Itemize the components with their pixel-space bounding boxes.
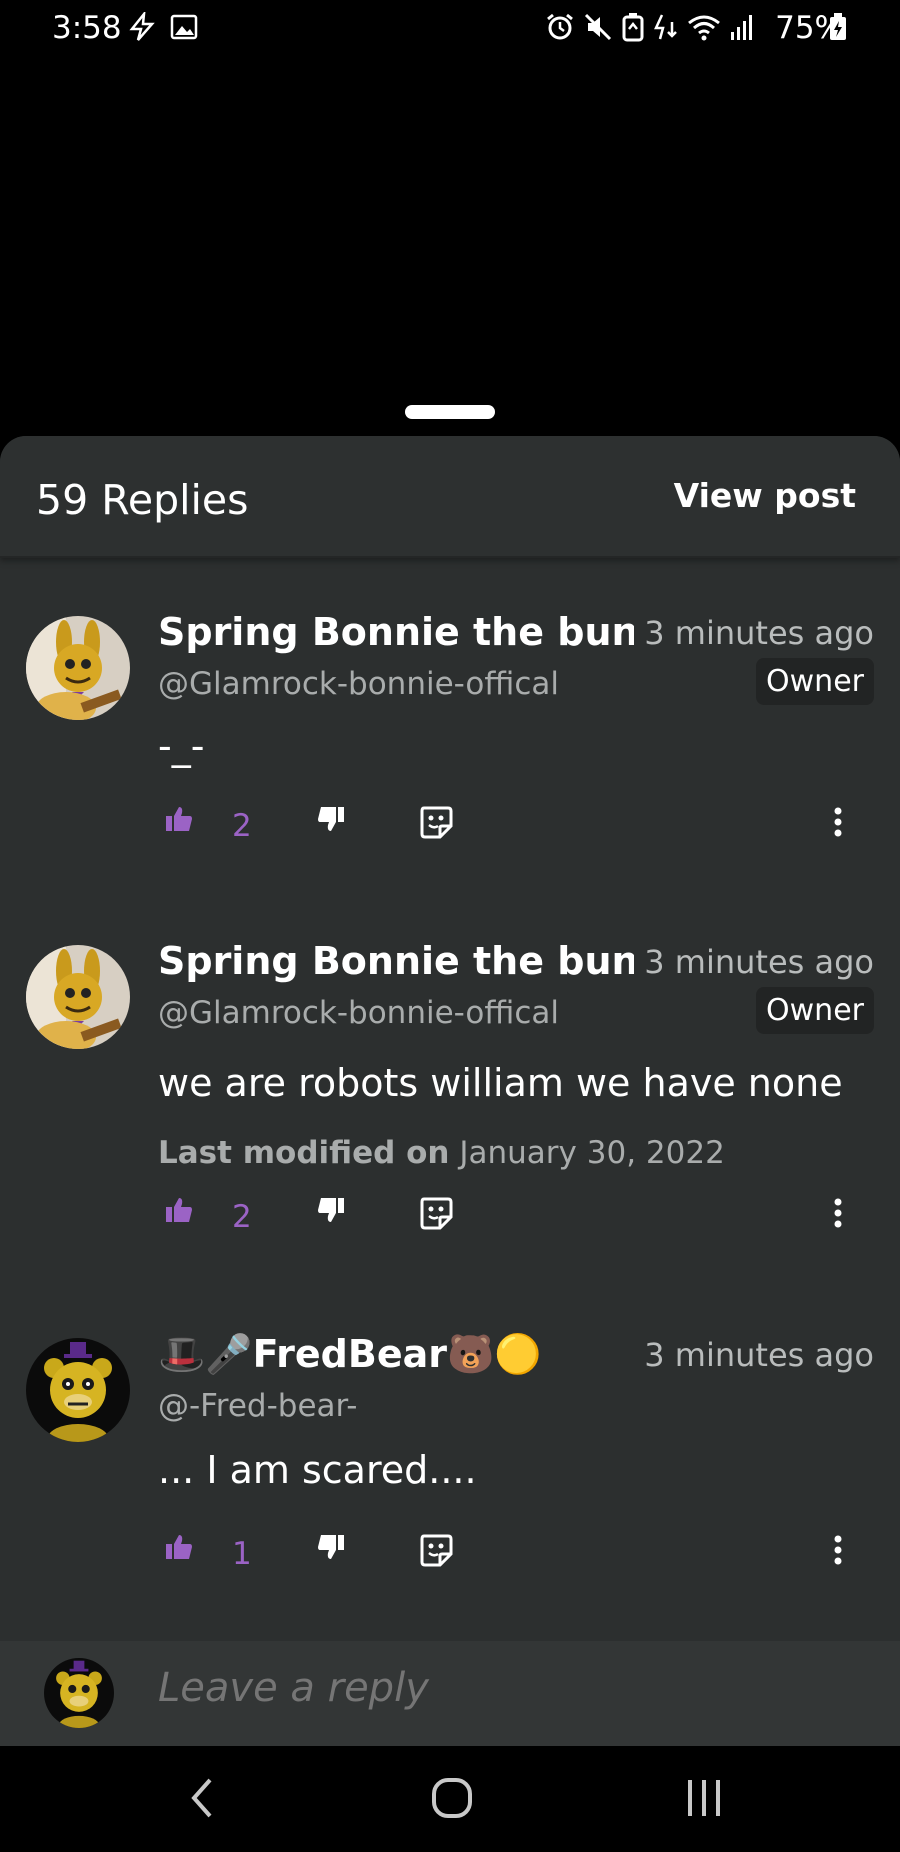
like-count: 2 [232,808,252,844]
like-icon[interactable] [164,804,194,834]
like-count: 1 [232,1536,252,1572]
reply-author[interactable]: 🎩🎤FredBear🐻🟡 [158,1332,634,1377]
like-count: 2 [232,1199,252,1235]
reply-body: -_- [158,724,205,768]
wifi-icon [688,15,720,41]
reply-time: 3 minutes ago [644,614,874,652]
reply-actions: 2 [0,1195,900,1245]
reply-composer [0,1641,900,1746]
reply-author[interactable]: Spring Bonnie the bunny [158,610,634,654]
last-modified: Last modified on January 30, 2022 [158,1135,725,1171]
reply-time: 3 minutes ago [644,943,874,981]
sticker-reply-icon[interactable] [418,1532,454,1568]
reply-item: Spring Bonnie the bunny 3 minutes ago @G… [0,610,900,916]
dislike-icon[interactable] [316,1532,346,1562]
home-icon[interactable] [430,1776,474,1820]
reply-actions: 1 [0,1532,900,1582]
reply-body: we are robots william we have none [158,1061,843,1105]
more-options-icon[interactable] [830,804,846,840]
owner-badge: Owner [756,658,874,705]
replies-sheet: 59 Replies View post Spring Bonnie the b… [0,436,900,1746]
back-icon[interactable] [186,1776,216,1820]
more-options-icon[interactable] [830,1195,846,1231]
more-options-icon[interactable] [830,1532,846,1568]
replies-count: 59 Replies [36,476,249,524]
battery-saver-icon [622,13,644,42]
fredbear-avatar-icon [44,1658,114,1728]
reply-item: Spring Bonnie the bunny 3 minutes ago @G… [0,939,900,1305]
reply-handle[interactable]: @Glamrock-bonnie-offical [158,995,559,1031]
spring-bonnie-avatar-icon [26,945,130,1049]
reply-item: 🎩🎤FredBear🐻🟡 3 minutes ago @-Fred-bear- … [0,1332,900,1638]
reply-handle[interactable]: @-Fred-bear- [158,1388,357,1424]
reply-author[interactable]: Spring Bonnie the bunny [158,939,634,983]
alarm-icon [547,13,573,40]
signal-icon [731,15,752,40]
like-icon[interactable] [164,1195,194,1225]
image-icon [170,14,198,40]
sticker-reply-icon[interactable] [418,804,454,840]
sticker-reply-icon[interactable] [418,1195,454,1231]
owner-badge: Owner [756,987,874,1034]
avatar[interactable] [26,945,130,1049]
reply-body: ... I am scared.... [158,1448,477,1492]
status-time: 3:58 [52,10,122,46]
sheet-header: 59 Replies View post [0,436,900,558]
view-post-button[interactable]: View post [674,476,856,515]
spring-bonnie-avatar-icon [26,616,130,720]
dislike-icon[interactable] [316,804,346,834]
avatar[interactable] [26,1338,130,1442]
reply-handle[interactable]: @Glamrock-bonnie-offical [158,666,559,702]
reply-time: 3 minutes ago [644,1336,874,1374]
dislike-icon[interactable] [316,1195,346,1225]
fredbear-avatar-icon [26,1338,130,1442]
data-icon [654,14,677,40]
bolt-icon [129,12,155,41]
like-icon[interactable] [164,1532,194,1562]
avatar[interactable] [26,616,130,720]
mute-icon [584,13,612,41]
sheet-drag-handle[interactable] [405,405,495,419]
reply-actions: 2 [0,804,900,854]
recents-icon[interactable] [684,1776,724,1820]
reply-input[interactable] [158,1665,858,1711]
status-bar: 3:58 75% [0,0,900,56]
my-avatar [44,1658,114,1728]
system-nav-bar [0,1746,900,1852]
battery-icon [830,13,846,40]
last-modified-label: Last modified on [158,1135,450,1171]
last-modified-date: January 30, 2022 [459,1135,725,1171]
